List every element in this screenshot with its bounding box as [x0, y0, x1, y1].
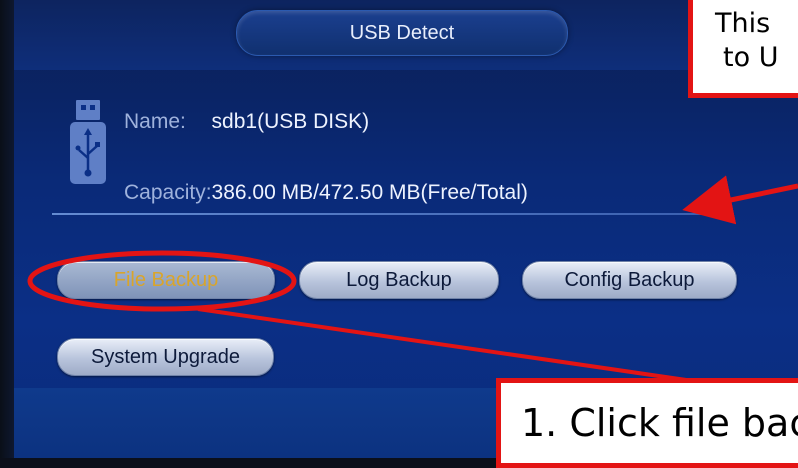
file-backup-button[interactable]: File Backup	[57, 261, 275, 299]
dialog-title: USB Detect	[236, 10, 568, 56]
name-value: sdb1(USB DISK)	[211, 110, 370, 133]
capacity-value: 386.00 MB/472.50 MB(Free/Total)	[211, 181, 528, 204]
capacity-label: Capacity:	[124, 181, 212, 204]
bottom-callout: 1. Click file bac	[496, 378, 798, 468]
config-backup-button[interactable]: Config Backup	[522, 261, 737, 299]
name-label: Name:	[124, 110, 186, 133]
top-callout: This to U	[688, 0, 798, 98]
usb-drive-icon	[70, 100, 106, 184]
top-callout-line-1: This	[715, 8, 771, 39]
screen-bezel	[0, 0, 14, 458]
system-upgrade-button[interactable]: System Upgrade	[57, 338, 274, 376]
capacity-row: Capacity:386.00 MB/472.50 MB(Free/Total)	[124, 181, 528, 205]
log-backup-button[interactable]: Log Backup	[299, 261, 499, 299]
device-name-row: Name: sdb1(USB DISK)	[124, 110, 369, 134]
section-divider	[52, 213, 712, 215]
top-callout-line-2: to U	[723, 42, 779, 73]
